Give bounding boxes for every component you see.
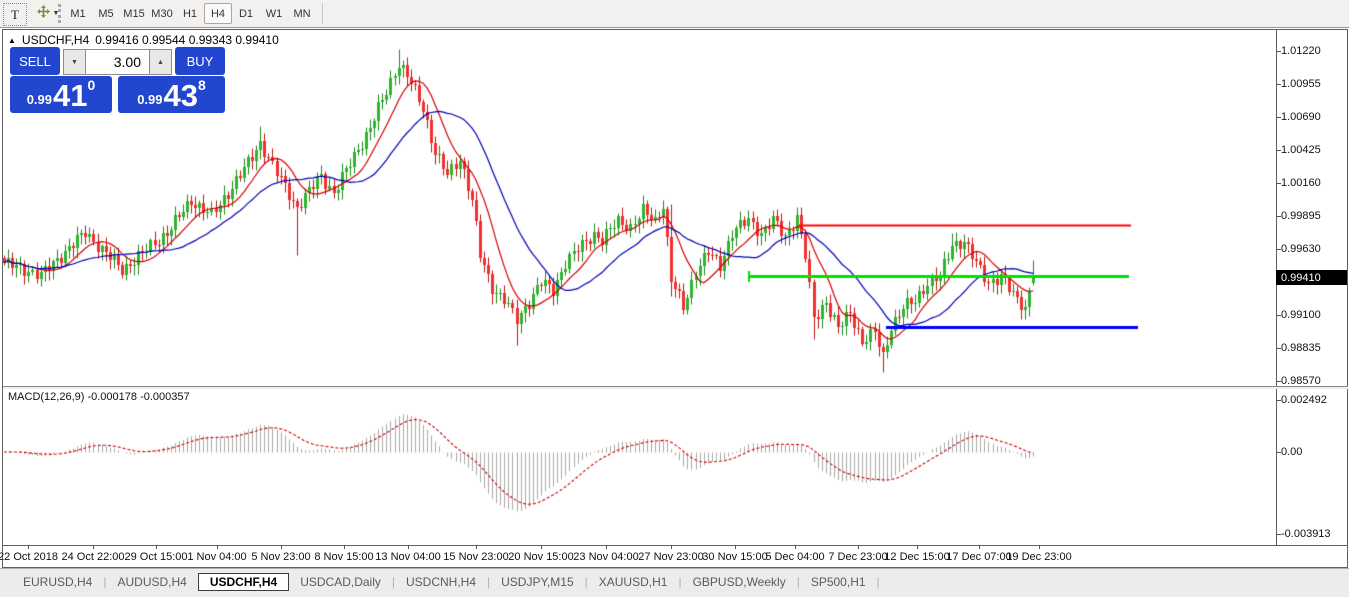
macd-canvas[interactable] <box>3 389 1276 545</box>
volume-decrease-button[interactable]: ▼ <box>64 50 86 74</box>
date-axis-tick <box>671 546 672 549</box>
buy-button[interactable]: BUY <box>175 47 225 75</box>
date-axis-label: 8 Nov 15:00 <box>314 551 373 563</box>
date-axis-tick <box>476 546 477 549</box>
price-axis-label: 0.98570 <box>1281 375 1321 387</box>
date-axis-label: 15 Nov 23:00 <box>443 551 508 563</box>
date-axis-label: 27 Nov 23:00 <box>638 551 703 563</box>
toolbar-grip-handle[interactable] <box>58 4 61 23</box>
date-axis-tick <box>979 546 980 549</box>
chart-tab-bar: EURUSD,H4 | AUDUSD,H4USDCHF,H4USDCAD,Daily… <box>0 568 1349 597</box>
tab-eurusd-h4[interactable]: EURUSD,H4 <box>12 573 103 591</box>
date-axis-tick <box>93 546 94 549</box>
date-axis-tick <box>795 546 796 549</box>
date-axis-label: 5 Dec 04:00 <box>765 551 824 563</box>
tab-gbpusd-weekly[interactable]: GBPUSD,Weekly <box>682 573 797 591</box>
date-axis-label: 22 Oct 2018 <box>0 551 58 563</box>
tab-usdchf-h4[interactable]: USDCHF,H4 <box>198 573 289 591</box>
price-axis-label: 1.00160 <box>1281 177 1321 189</box>
timeframe-button-m5[interactable]: M5 <box>92 3 120 24</box>
date-axis-label: 23 Nov 04:00 <box>573 551 638 563</box>
top-toolbar: T ▼ M1M5M15M30H1H4D1W1MN <box>0 0 1349 28</box>
date-axis-label: 5 Nov 23:00 <box>251 551 310 563</box>
date-axis-tick <box>735 546 736 549</box>
volume-stepper: ▼ 3.00 ▲ <box>63 49 172 75</box>
tab-xauusd-h1[interactable]: XAUUSD,H1 <box>588 573 679 591</box>
timeframe-buttons: M1M5M15M30H1H4D1W1MN <box>64 3 316 24</box>
timeframe-button-mn[interactable]: MN <box>288 3 316 24</box>
tab-usdjpy-m15[interactable]: USDJPY,M15 <box>490 573 584 591</box>
sell-price-display[interactable]: 0.99 41 0 <box>10 76 112 113</box>
price-axis-label: 1.01220 <box>1281 45 1321 57</box>
metatrader-window: T ▼ M1M5M15M30H1H4D1W1MN MACD(12,26,9) -… <box>0 0 1349 597</box>
current-price-tag: 0.99410 <box>1276 270 1347 285</box>
price-axis-label: 0.99895 <box>1281 210 1321 222</box>
price-axis-border <box>1276 30 1277 546</box>
date-axis-label: 13 Nov 04:00 <box>375 551 440 563</box>
macd-axis-label: 0.00 <box>1281 446 1302 458</box>
date-axis-label: 19 Dec 23:00 <box>1006 551 1071 563</box>
price-axis-label: 0.98835 <box>1281 342 1321 354</box>
date-axis-tick <box>858 546 859 549</box>
timeframe-button-m15[interactable]: M15 <box>120 3 148 24</box>
date-axis-label: 1 Nov 04:00 <box>187 551 246 563</box>
date-axis-tick <box>217 546 218 549</box>
buy-price-prefix: 0.99 <box>137 92 162 107</box>
date-axis-tick <box>344 546 345 549</box>
tab-usdcnh-h4[interactable]: USDCNH,H4 <box>395 573 487 591</box>
timeframe-button-h4[interactable]: H4 <box>204 3 232 24</box>
timeframe-button-d1[interactable]: D1 <box>232 3 260 24</box>
toolbar-separator <box>322 3 323 24</box>
chart-ohlc-values: 0.99416 0.99544 0.99343 0.99410 <box>95 33 279 47</box>
date-axis-tick <box>408 546 409 549</box>
date-axis-label: 30 Nov 15:00 <box>702 551 767 563</box>
chart-symbol-label: USDCHF,H4 <box>22 33 89 47</box>
price-axis-label: 1.00955 <box>1281 78 1321 90</box>
collapse-panel-icon[interactable]: ▲ <box>8 36 16 45</box>
chart-tabs: EURUSD,H4 | AUDUSD,H4USDCHF,H4USDCAD,Daily… <box>12 572 880 592</box>
text-label-tool-button[interactable]: T <box>3 3 27 26</box>
macd-indicator-label: MACD(12,26,9) -0.000178 -0.000357 <box>8 391 190 403</box>
chart-header: ▲ USDCHF,H4 0.99416 0.99544 0.99343 0.99… <box>8 33 279 47</box>
date-axis-label: 17 Dec 07:00 <box>946 551 1011 563</box>
chart-window-border-right <box>1347 29 1348 568</box>
buy-price-big-digits: 43 <box>164 81 198 110</box>
date-axis-label: 12 Dec 15:00 <box>884 551 949 563</box>
date-axis-tick <box>917 546 918 549</box>
tab-audusd-h4[interactable]: AUDUSD,H4 <box>106 573 197 591</box>
sell-price-big-digits: 41 <box>53 81 87 110</box>
volume-input[interactable]: 3.00 <box>86 50 149 74</box>
arrows-icon <box>37 5 50 23</box>
date-axis-tick <box>28 546 29 549</box>
sell-button[interactable]: SELL <box>10 47 60 75</box>
timeframe-button-m1[interactable]: M1 <box>64 3 92 24</box>
tab-sp500-h1[interactable]: SP500,H1 <box>800 573 877 591</box>
timeframe-button-w1[interactable]: W1 <box>260 3 288 24</box>
date-axis-tick <box>1039 546 1040 549</box>
tab-separator-icon: | <box>877 575 880 589</box>
macd-axis-label: 0.002492 <box>1281 394 1327 406</box>
date-axis-border <box>3 545 1348 546</box>
price-axis-label: 1.00425 <box>1281 144 1321 156</box>
macd-axis-label: -0.003913 <box>1281 528 1331 540</box>
buy-price-pip-digit: 8 <box>198 77 206 93</box>
tab-usdcad-daily[interactable]: USDCAD,Daily <box>289 573 392 591</box>
timeframe-button-m30[interactable]: M30 <box>148 3 176 24</box>
date-axis-label: 7 Dec 23:00 <box>828 551 887 563</box>
sell-price-prefix: 0.99 <box>27 92 52 107</box>
volume-increase-button[interactable]: ▲ <box>149 50 171 74</box>
price-axis-label: 0.99630 <box>1281 243 1321 255</box>
date-axis-label: 20 Nov 15:00 <box>508 551 573 563</box>
sell-price-pip-digit: 0 <box>88 77 96 93</box>
date-axis-tick <box>281 546 282 549</box>
price-axis-label: 0.99100 <box>1281 309 1321 321</box>
date-axis-label: 29 Oct 15:00 <box>125 551 188 563</box>
date-axis-tick <box>541 546 542 549</box>
buy-price-display[interactable]: 0.99 43 8 <box>118 76 225 113</box>
date-axis-tick <box>606 546 607 549</box>
date-axis-label: 24 Oct 22:00 <box>62 551 125 563</box>
timeframe-button-h1[interactable]: H1 <box>176 3 204 24</box>
price-axis-label: 1.00690 <box>1281 111 1321 123</box>
date-axis-tick <box>156 546 157 549</box>
